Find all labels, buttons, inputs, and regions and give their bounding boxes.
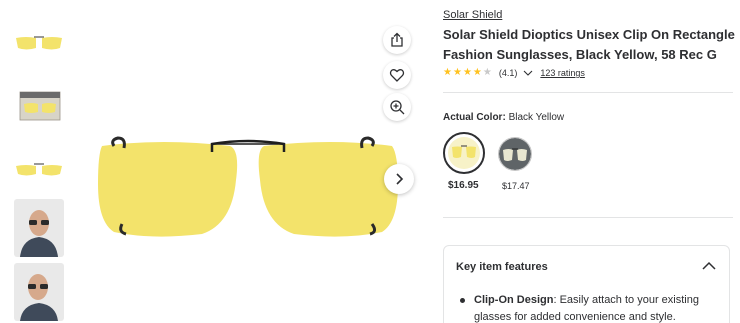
thumbnail-package[interactable] [14, 88, 64, 126]
swatch-price: $16.95 [448, 180, 479, 191]
thumbnail-model-side[interactable] [14, 263, 64, 321]
thumbnail-clip-front[interactable] [14, 24, 64, 62]
color-label-value: Black Yellow [508, 112, 565, 123]
chevron-right-icon [396, 173, 404, 185]
rating-row: ★ ★ ★ ★ ★ (4.1) 123 ratings [443, 68, 585, 79]
feature-item: Clip-On Design: Easily attach to your ex… [460, 292, 722, 323]
next-image-button[interactable] [384, 164, 414, 194]
divider [443, 92, 733, 93]
star-icon: ★ [452, 67, 462, 78]
key-features-heading: Key item features [456, 261, 548, 273]
feature-title: Clip-On Design [474, 294, 554, 306]
color-swatch-gray[interactable] [498, 137, 532, 171]
star-icon: ★ [472, 67, 482, 78]
key-features-panel: Key item features Clip-On Design: Easily… [443, 245, 730, 323]
share-button[interactable] [383, 26, 411, 54]
chevron-up-icon[interactable] [701, 260, 717, 272]
swatch-price: $17.47 [502, 181, 530, 191]
zoom-in-icon [390, 100, 405, 115]
main-product-image [92, 132, 404, 242]
ratings-count-link[interactable]: 123 ratings [540, 68, 585, 78]
star-icon: ★ [482, 67, 492, 78]
color-label: Actual Color: Black Yellow [443, 112, 564, 123]
heart-icon [389, 69, 405, 82]
rating-value: (4.1) [498, 68, 518, 78]
share-icon [391, 32, 403, 47]
brand-link[interactable]: Solar Shield [443, 9, 502, 21]
bullet [460, 298, 465, 303]
chevron-down-icon[interactable] [523, 69, 533, 77]
color-swatch-black-yellow[interactable] [443, 132, 485, 174]
thumbnail-clip-angle[interactable] [14, 152, 64, 190]
thumbnail-model-front[interactable] [14, 199, 64, 257]
divider [443, 217, 733, 218]
star-icon: ★ [462, 67, 472, 78]
product-title: Solar Shield Dioptics Unisex Clip On Rec… [443, 27, 735, 62]
star-rating: ★ ★ ★ ★ ★ [443, 68, 493, 78]
favorite-button[interactable] [383, 61, 411, 89]
color-label-key: Actual Color: [443, 112, 506, 123]
zoom-button[interactable] [383, 93, 411, 121]
star-icon: ★ [443, 67, 452, 78]
